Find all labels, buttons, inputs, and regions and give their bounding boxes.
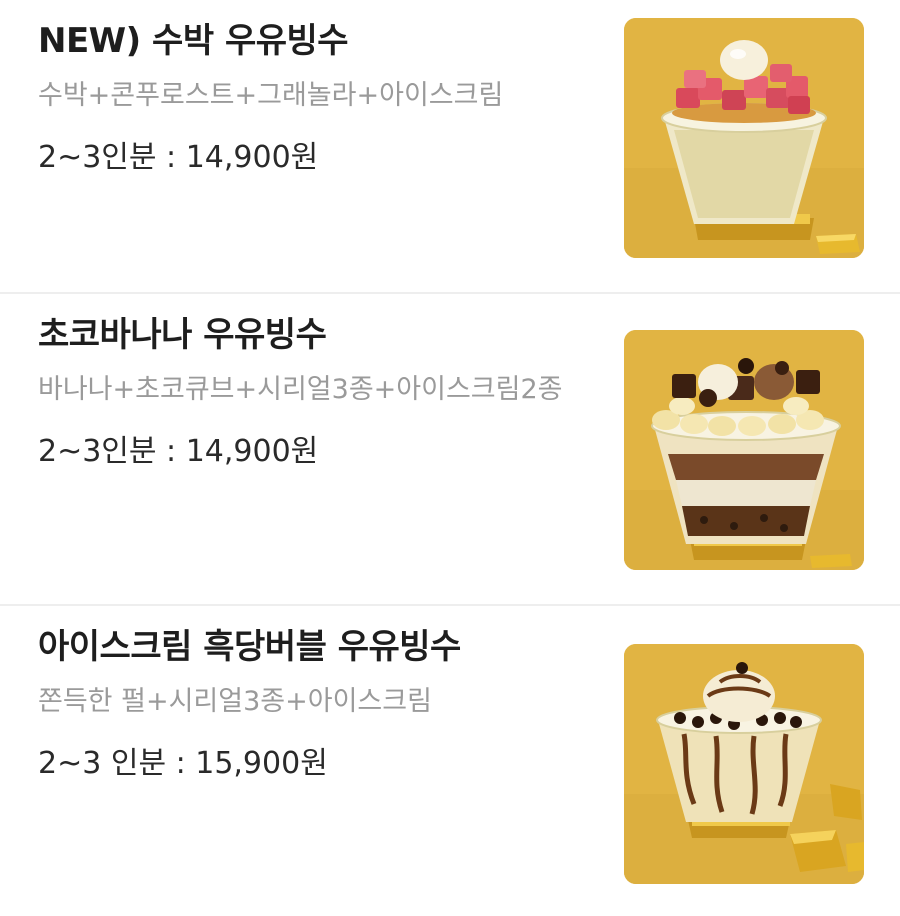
menu-item-text: NEW) 수박 우유빙수 수박+콘푸로스트+그래놀라+아이스크림 2~3인분 :… [38, 16, 586, 182]
menu-item-name: NEW) 수박 우유빙수 [38, 21, 349, 61]
watermelon-bingsu-image[interactable] [624, 18, 864, 258]
menu-item-text: 초코바나나 우유빙수 바나나+초코큐브+시리얼3종+아이스크림2종 2~3인분 … [38, 310, 586, 476]
menu-item-name: 초코바나나 우유빙수 [38, 315, 327, 355]
menu-item-price: 2~3 인분 : 15,900원 [38, 746, 328, 781]
choco-banana-bingsu-image[interactable] [624, 330, 864, 570]
menu-item-price: 2~3인분 : 14,900원 [38, 140, 319, 175]
watermelon-milk-bingsu-icon [624, 18, 864, 258]
black-sugar-bubble-milk-bingsu-icon [624, 644, 864, 884]
menu-item-description: 수박+콘푸로스트+그래놀라+아이스크림 [38, 80, 504, 111]
menu-item-black-sugar-bubble-bingsu[interactable]: 아이스크림 흑당버블 우유빙수 쫀득한 펄+시리얼3종+아이스크림 2~3 인분… [0, 606, 900, 916]
menu-item-price: 2~3인분 : 14,900원 [38, 434, 319, 469]
choco-banana-milk-bingsu-icon [624, 330, 864, 570]
menu-list: NEW) 수박 우유빙수 수박+콘푸로스트+그래놀라+아이스크림 2~3인분 :… [0, 0, 900, 916]
black-sugar-bubble-bingsu-image[interactable] [624, 644, 864, 884]
menu-item-description: 쫀득한 펄+시리얼3종+아이스크림 [38, 686, 432, 717]
menu-item-watermelon-bingsu[interactable]: NEW) 수박 우유빙수 수박+콘푸로스트+그래놀라+아이스크림 2~3인분 :… [0, 0, 900, 294]
menu-item-text: 아이스크림 흑당버블 우유빙수 쫀득한 펄+시리얼3종+아이스크림 2~3 인분… [38, 622, 586, 788]
menu-item-choco-banana-bingsu[interactable]: 초코바나나 우유빙수 바나나+초코큐브+시리얼3종+아이스크림2종 2~3인분 … [0, 294, 900, 606]
menu-item-name: 아이스크림 흑당버블 우유빙수 [38, 627, 461, 667]
menu-item-description: 바나나+초코큐브+시리얼3종+아이스크림2종 [38, 374, 563, 405]
